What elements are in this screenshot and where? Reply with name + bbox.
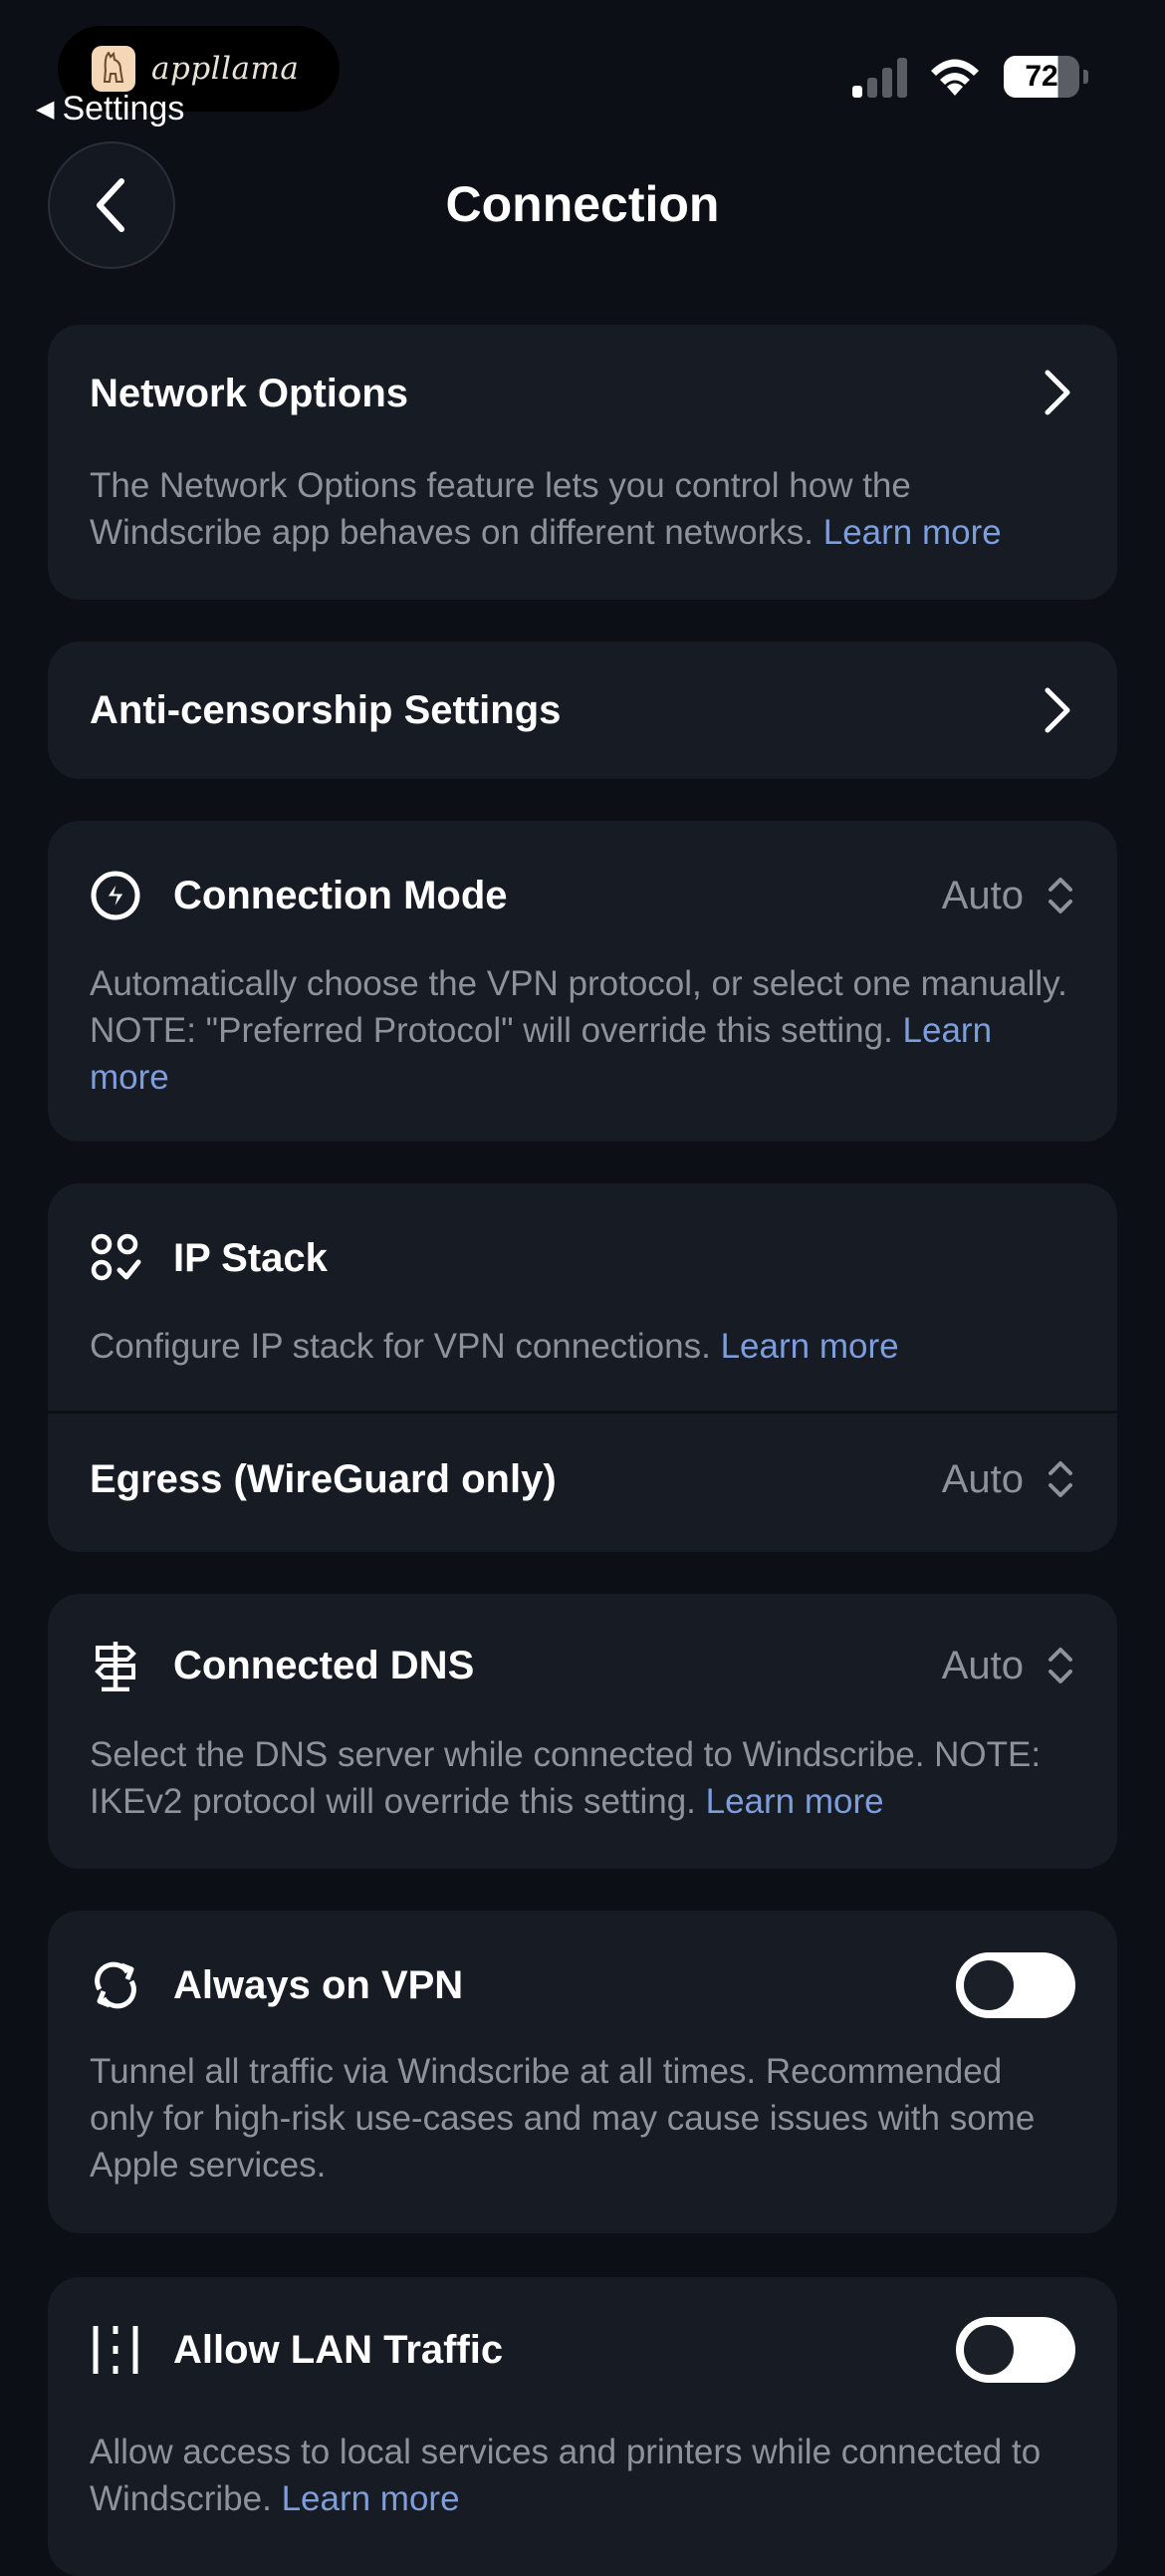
connected-dns-description-text: Select the DNS server while connected to… (90, 1735, 1042, 1821)
battery-indicator: 72 (1004, 56, 1088, 98)
connected-dns-learn-more-link[interactable]: Learn more (706, 1782, 884, 1821)
always-on-vpn-description: Tunnel all traffic via Windscribe at all… (90, 2052, 1036, 2185)
always-on-vpn-title: Always on VPN (173, 1962, 464, 2007)
network-options-title: Network Options (90, 371, 409, 415)
page-title: Connection (445, 176, 720, 232)
back-triangle-icon: ◀ (36, 96, 55, 123)
llama-logo-icon (92, 46, 135, 92)
anti-censorship-title: Anti-censorship Settings (90, 687, 562, 732)
chevron-up-down-icon (1048, 1461, 1072, 1497)
allow-lan-toggle[interactable] (956, 2317, 1075, 2383)
connected-dns-title: Connected DNS (173, 1643, 475, 1687)
network-options-description-text: The Network Options feature lets you con… (90, 466, 911, 552)
app-badge-label: appllama (151, 51, 300, 87)
network-options-card[interactable]: Network Options The Network Options feat… (48, 325, 1117, 600)
chevron-up-down-icon (1048, 1648, 1072, 1683)
connection-mode-description: Automatically choose the VPN protocol, o… (90, 960, 1075, 1101)
toggle-knob (964, 1960, 1014, 2010)
toggle-knob (964, 2325, 1014, 2375)
lightning-bolt-icon (90, 870, 141, 921)
connection-mode-card: Connection Mode Auto Automatically choos… (48, 821, 1117, 1142)
egress-row: Egress (WireGuard only) (90, 1448, 1075, 1510)
ip-stack-description-text: Configure IP stack for VPN connections. (90, 1327, 711, 1366)
connection-mode-selector[interactable]: Auto (942, 863, 1075, 928)
chevron-up-down-icon (1048, 878, 1072, 913)
lan-icon (90, 2324, 141, 2376)
ip-stack-title: IP Stack (173, 1235, 328, 1280)
allow-lan-card: Allow LAN Traffic Allow access to local … (48, 2277, 1117, 2576)
egress-title: Egress (WireGuard only) (90, 1456, 557, 1501)
ip-stack-icon (90, 1232, 141, 1284)
divider (48, 1411, 1117, 1414)
allow-lan-description-text: Allow access to local services and print… (90, 2433, 1042, 2518)
anti-censorship-card[interactable]: Anti-censorship Settings (48, 642, 1117, 779)
connected-dns-card: Connected DNS Auto Select the DNS server… (48, 1594, 1117, 1869)
ip-stack-card: IP Stack Configure IP stack for VPN conn… (48, 1183, 1117, 1552)
back-app-label: Settings (62, 90, 185, 128)
signpost-icon (90, 1640, 141, 1691)
egress-value: Auto (941, 1456, 1024, 1501)
connected-dns-description: Select the DNS server while connected to… (90, 1731, 1075, 1825)
network-options-description: The Network Options feature lets you con… (90, 462, 1075, 556)
wifi-icon (931, 59, 979, 96)
network-options-learn-more-link[interactable]: Learn more (823, 513, 1002, 552)
connected-dns-selector[interactable]: Auto (942, 1634, 1075, 1697)
back-to-settings-link[interactable]: ◀ Settings (36, 90, 184, 129)
ip-stack-learn-more-link[interactable]: Learn more (721, 1327, 899, 1366)
allow-lan-title: Allow LAN Traffic (173, 2327, 504, 2372)
connection-mode-value: Auto (941, 873, 1024, 917)
battery-level: 72 (1004, 56, 1079, 98)
chevron-right-icon[interactable] (1040, 367, 1075, 418)
refresh-icon (90, 1959, 141, 2011)
cellular-signal-icon (852, 58, 907, 98)
connected-dns-value: Auto (941, 1643, 1024, 1687)
status-bar: appllama ◀ Settings 72 (0, 0, 1165, 149)
allow-lan-description: Allow access to local services and print… (90, 2429, 1075, 2522)
always-on-vpn-toggle[interactable] (956, 1952, 1075, 2018)
connection-mode-title: Connection Mode (173, 873, 508, 917)
egress-selector[interactable]: Auto (942, 1448, 1075, 1510)
always-on-vpn-card: Always on VPN Tunnel all traffic via Win… (48, 1911, 1117, 2233)
chevron-right-icon[interactable] (1040, 684, 1075, 736)
allow-lan-learn-more-link[interactable]: Learn more (282, 2479, 460, 2518)
ip-stack-description: Configure IP stack for VPN connections. … (90, 1323, 1075, 1370)
